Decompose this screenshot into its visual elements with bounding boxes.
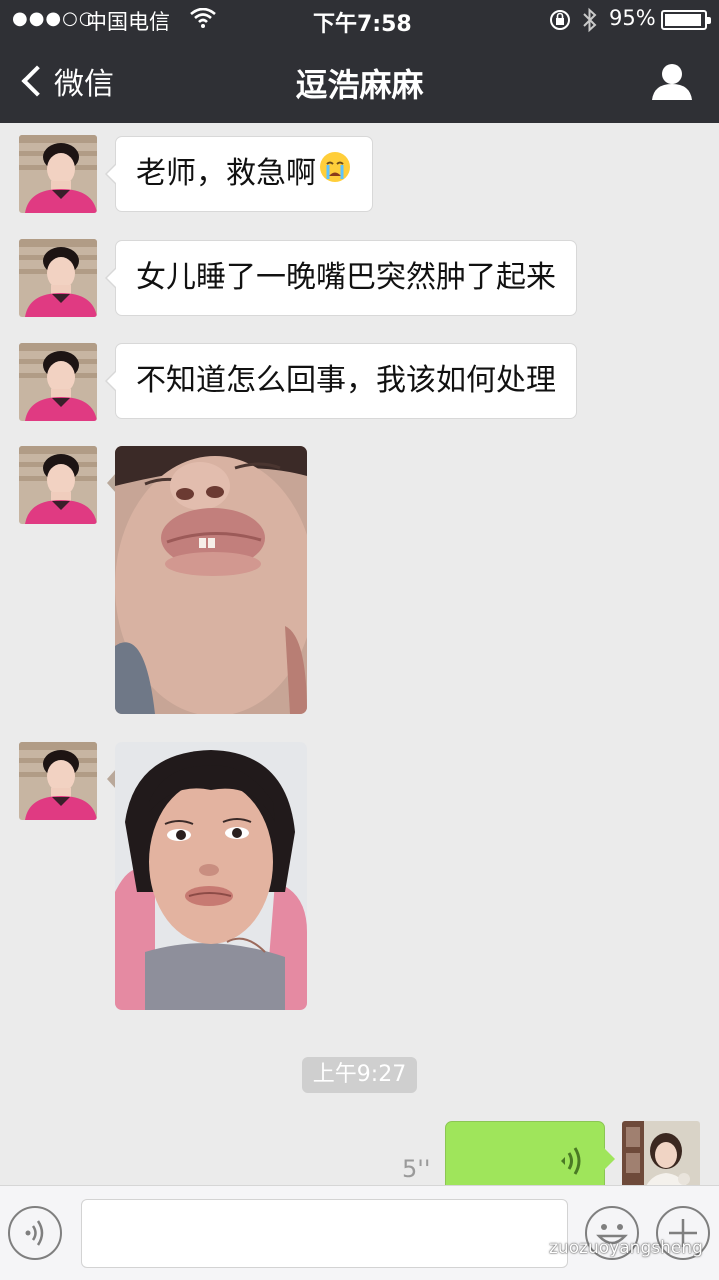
voice-message-bubble[interactable] — [445, 1121, 615, 1185]
contact-avatar[interactable] — [19, 446, 97, 524]
watermark: zuozuoyangsheng — [521, 1238, 703, 1258]
message-text: 不知道怎么回事，我该如何处理 — [136, 363, 556, 398]
chat-title: 逗浩麻麻 — [295, 66, 424, 104]
carrier-name: 中国电信 — [86, 10, 170, 34]
status-bar: ●●●○○ 中国电信 下午7:58 95% — [0, 0, 719, 40]
input-bar — [0, 1185, 719, 1280]
voice-duration: 5'' — [402, 1155, 431, 1183]
wifi-icon — [190, 7, 216, 33]
photo-swollen-lip — [115, 446, 307, 714]
watermark-text: zuozuoyangsheng — [549, 1238, 703, 1258]
crying-face-emoji-icon — [318, 138, 352, 212]
navigation-bar: 微信 逗浩麻麻 — [0, 40, 719, 123]
voice-input-button[interactable] — [8, 1206, 62, 1260]
contact-avatar[interactable] — [19, 742, 97, 820]
message-bubble[interactable]: 不知道怎么回事，我该如何处理 — [105, 343, 577, 419]
my-avatar[interactable] — [622, 1121, 700, 1185]
photo-girl-face — [115, 742, 307, 1010]
bluetooth-icon — [582, 7, 598, 38]
voice-wave-icon — [25, 1220, 44, 1246]
message-bubble[interactable]: 女儿睡了一晚嘴巴突然肿了起来 — [105, 240, 577, 316]
contact-avatar[interactable] — [19, 239, 97, 317]
status-time: 下午7:58 — [313, 12, 412, 37]
person-icon — [652, 64, 692, 100]
signal-strength-icon: ●●●○○ — [12, 8, 96, 29]
rotation-lock-icon — [548, 8, 572, 37]
contact-profile-button[interactable] — [649, 62, 695, 102]
battery-percentage: 95% — [609, 6, 656, 30]
contact-avatar[interactable] — [19, 343, 97, 421]
chat-messages: 老师，救急啊 女儿睡了一晚嘴巴突然肿了起来 不知道怎么回事，我该如何处理 上午9… — [0, 123, 719, 1185]
message-bubble[interactable]: 老师，救急啊 — [105, 136, 373, 212]
battery-icon — [661, 10, 711, 30]
message-timestamp: 上午9:27 — [302, 1057, 417, 1093]
message-text: 女儿睡了一晚嘴巴突然肿了起来 — [136, 260, 556, 295]
image-message[interactable] — [115, 742, 307, 1010]
battery-level — [665, 14, 701, 26]
message-input[interactable] — [81, 1199, 568, 1268]
image-message[interactable] — [115, 446, 307, 714]
message-text: 老师，救急啊 — [136, 156, 316, 191]
contact-avatar[interactable] — [19, 135, 97, 213]
voice-wave-icon — [561, 1147, 581, 1175]
wechat-logo-icon — [521, 1238, 543, 1257]
